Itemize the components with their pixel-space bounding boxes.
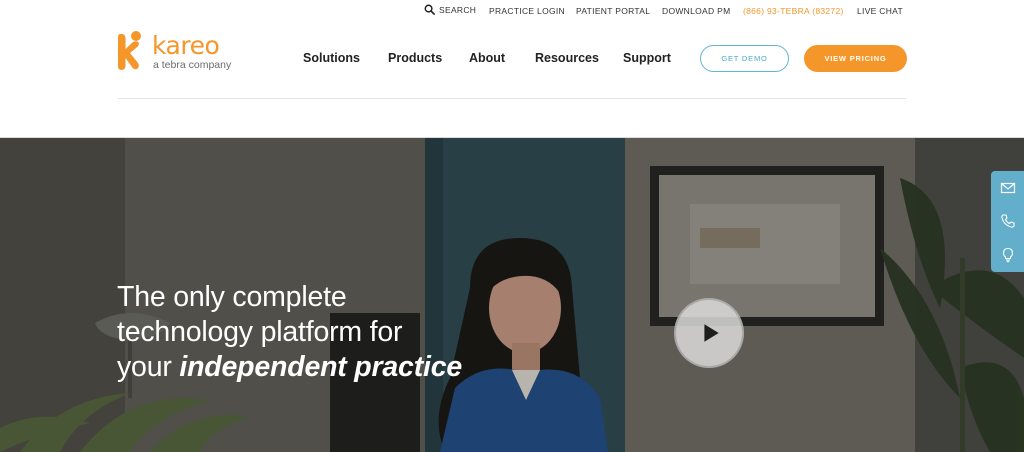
utility-bar: SEARCH PRACTICE LOGIN PATIENT PORTAL DOW…	[0, 0, 1024, 22]
nav-support[interactable]: Support	[623, 51, 671, 65]
logo-wordmark: kareo	[152, 31, 220, 60]
get-demo-button[interactable]: GET DEMO	[700, 45, 789, 72]
mail-icon	[1000, 182, 1015, 193]
logo-tagline: a tebra company	[153, 59, 232, 71]
nav-products[interactable]: Products	[388, 51, 442, 65]
hero-headline-line-1: The only complete	[117, 281, 347, 313]
ideas-contact-button[interactable]	[991, 238, 1024, 271]
download-pm-link[interactable]: DOWNLOAD PM	[662, 6, 730, 16]
play-icon	[704, 324, 719, 342]
hero-headline: The only complete technology platform fo…	[117, 280, 537, 385]
hero-headline-emphasis: independent practice	[179, 351, 463, 383]
kareo-logo[interactable]: kareo a tebra company	[116, 30, 246, 74]
practice-login-link[interactable]: PRACTICE LOGIN	[489, 6, 565, 16]
live-chat-link[interactable]: LIVE CHAT	[857, 6, 903, 16]
search-icon	[424, 4, 435, 15]
nav-solutions[interactable]: Solutions	[303, 51, 360, 65]
nav-about[interactable]: About	[469, 51, 505, 65]
nav-resources[interactable]: Resources	[535, 51, 599, 65]
header-divider	[118, 98, 906, 99]
patient-portal-link[interactable]: PATIENT PORTAL	[576, 6, 650, 16]
view-pricing-button[interactable]: VIEW PRICING	[804, 45, 907, 72]
lightbulb-icon	[1002, 247, 1013, 262]
email-contact-button[interactable]	[991, 171, 1024, 204]
search-link[interactable]: SEARCH	[424, 4, 476, 15]
kareo-logo-icon	[118, 31, 141, 70]
phone-link[interactable]: (866) 93-TEBRA (83272)	[743, 6, 844, 16]
page: SEARCH PRACTICE LOGIN PATIENT PORTAL DOW…	[0, 0, 1024, 452]
phone-contact-button[interactable]	[991, 204, 1024, 237]
phone-icon	[1000, 213, 1015, 228]
hero-section: The only complete technology platform fo…	[0, 138, 1024, 452]
contact-side-widget	[991, 171, 1024, 272]
search-label: SEARCH	[439, 4, 477, 15]
hero-headline-line-2: technology platform for	[117, 316, 403, 348]
video-play-button[interactable]	[674, 298, 744, 368]
hero-headline-line-3: your	[117, 351, 180, 383]
